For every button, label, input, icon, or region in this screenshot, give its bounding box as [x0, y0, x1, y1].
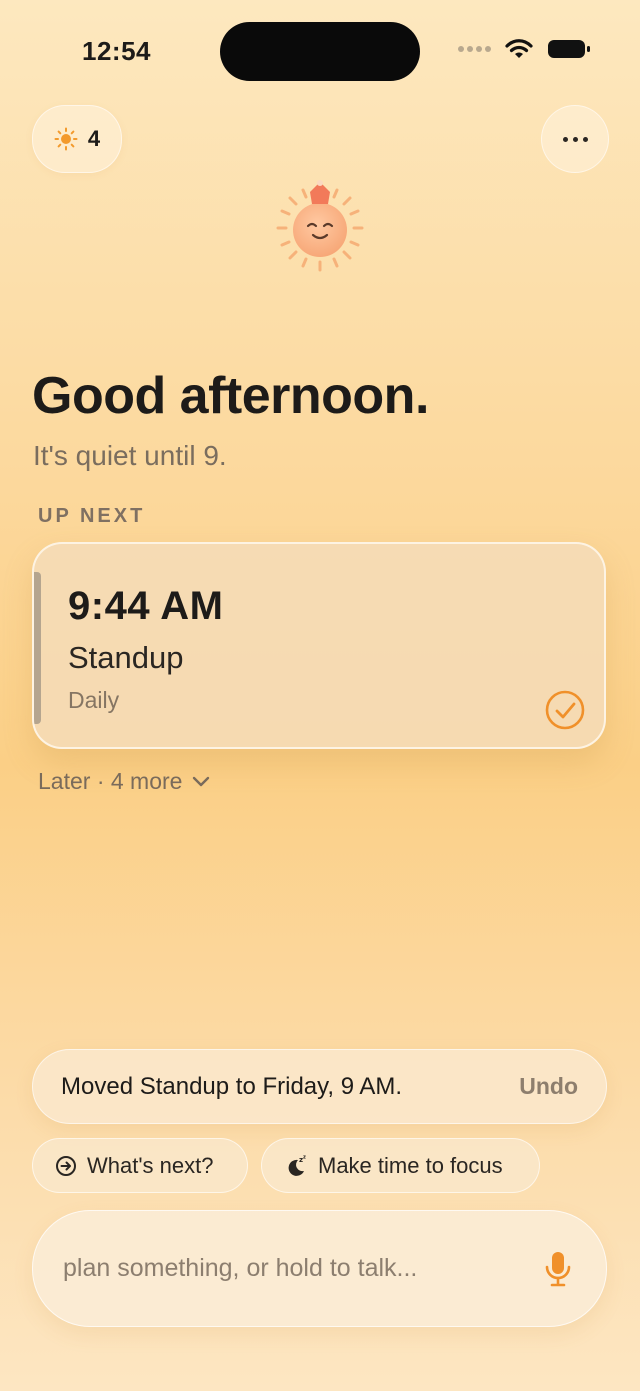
- dynamic-island: [220, 22, 420, 81]
- battery-icon: [548, 40, 590, 58]
- up-next-label: UP NEXT: [38, 505, 146, 527]
- composer-bar[interactable]: [32, 1210, 607, 1327]
- event-color-bar: [34, 572, 41, 724]
- later-expander[interactable]: Later · 4 more: [38, 768, 210, 795]
- suggestion-label: What's next?: [87, 1152, 214, 1178]
- event-recurrence: Daily: [68, 687, 120, 713]
- suggestion-label: Make time to focus: [318, 1152, 503, 1178]
- sun-icon: [54, 127, 78, 151]
- arrow-circle-icon: [56, 1155, 76, 1176]
- svg-text:z: z: [303, 1154, 306, 1160]
- microphone-icon: [545, 1251, 571, 1286]
- undo-toast: Moved Standup to Friday, 9 AM. Undo: [32, 1049, 607, 1124]
- microphone-button[interactable]: [538, 1249, 578, 1289]
- complete-check-icon[interactable]: [544, 689, 586, 731]
- more-options-button[interactable]: [541, 105, 609, 173]
- toast-message: Moved Standup to Friday, 9 AM.: [61, 1072, 403, 1100]
- streak-count: 4: [87, 126, 101, 151]
- status-icons: [458, 38, 591, 60]
- wifi-icon: [505, 39, 533, 58]
- suggestion-make-time-focus[interactable]: z z Make time to focus: [261, 1138, 540, 1193]
- undo-button[interactable]: Undo: [519, 1073, 578, 1100]
- greeting-subtitle: It's quiet until 9.: [33, 440, 227, 471]
- greeting-title: Good afternoon.: [32, 367, 429, 425]
- status-time: 12:54: [82, 36, 151, 66]
- cellular-signal-icon: [458, 46, 491, 52]
- chevron-down-icon: [193, 776, 210, 786]
- sun-mascot-icon: [276, 180, 364, 272]
- sunshine-streak-chip[interactable]: 4: [32, 105, 122, 173]
- plan-input[interactable]: [61, 1253, 538, 1284]
- later-label: Later · 4 more: [38, 768, 183, 794]
- event-time: 9:44 AM: [68, 584, 224, 628]
- more-dots-icon: [562, 136, 568, 142]
- suggestion-whats-next[interactable]: What's next?: [32, 1138, 248, 1193]
- event-title: Standup: [68, 640, 184, 675]
- upcoming-event-card[interactable]: 9:44 AM Standup Daily: [32, 542, 606, 749]
- moon-sleep-icon: z z: [288, 1154, 306, 1176]
